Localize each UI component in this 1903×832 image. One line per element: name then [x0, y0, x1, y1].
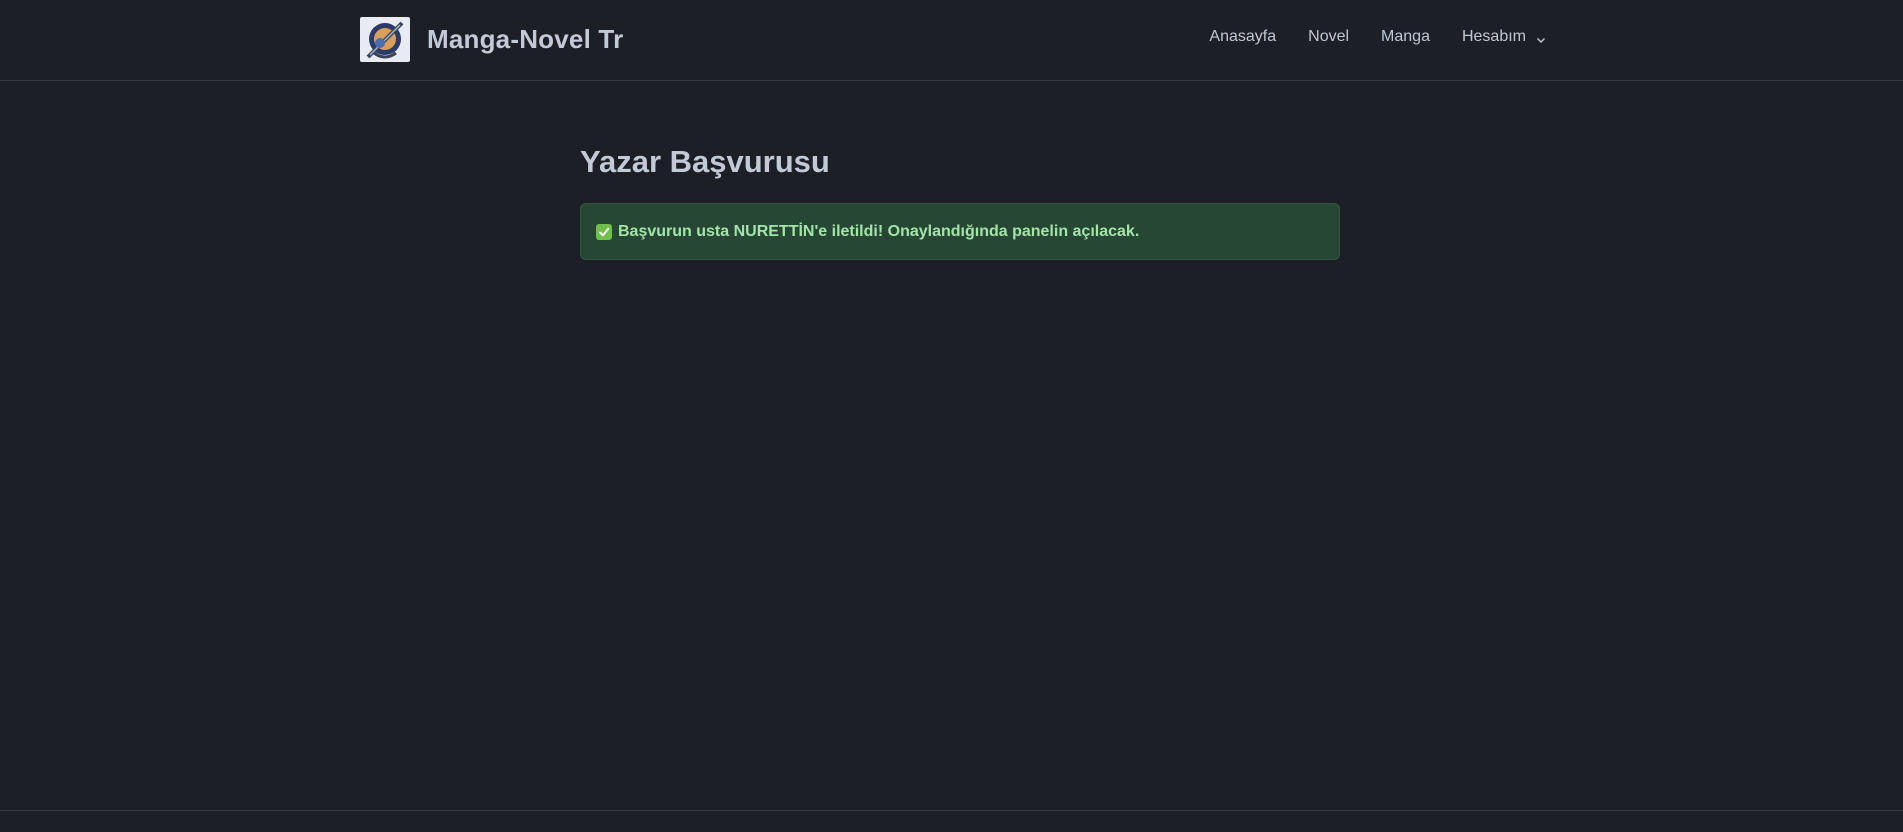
nav-item-hesabim-dropdown[interactable]: Hesabım — [1462, 28, 1546, 46]
nav-item-manga[interactable]: Manga — [1381, 28, 1430, 46]
site-logo — [360, 17, 410, 62]
footer-divider — [0, 810, 1903, 811]
nav-item-novel[interactable]: Novel — [1308, 28, 1349, 46]
main-content: Yazar Başvurusu Başvurun usta NURETTİN'e… — [580, 142, 1340, 260]
page-title: Yazar Başvurusu — [580, 144, 830, 179]
brand-name: Manga-Novel Tr — [427, 24, 624, 54]
alert-message: Başvurun usta NURETTİN'e iletildi! Onayl… — [618, 222, 1140, 240]
success-alert: Başvurun usta NURETTİN'e iletildi! Onayl… — [580, 203, 1340, 260]
nav-item-hesabim-label: Hesabım — [1461, 28, 1526, 45]
check-mark-icon — [596, 223, 612, 240]
brand-link[interactable]: Manga-Novel Tr — [360, 17, 623, 62]
navbar: Manga-Novel Tr Anasayfa Novel Manga Hesa… — [0, 0, 1903, 81]
chevron-down-icon — [1536, 32, 1546, 43]
nav-item-anasayfa[interactable]: Anasayfa — [1209, 28, 1276, 46]
main-nav: Anasayfa Novel Manga Hesabım — [1209, 28, 1546, 46]
